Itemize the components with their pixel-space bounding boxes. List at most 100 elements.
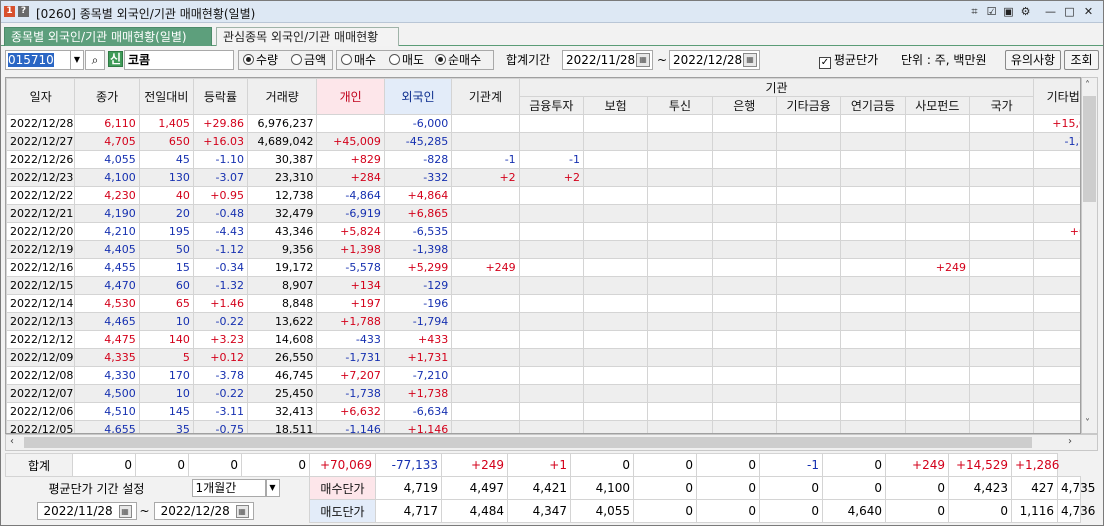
avg-price-checkbox[interactable]: ✓ 평균단가 xyxy=(819,50,878,70)
cell-pension xyxy=(840,204,906,223)
avg-period-select[interactable]: 1개월간 xyxy=(191,479,266,498)
calendar-icon[interactable]: ▦ xyxy=(636,53,650,67)
header-individual[interactable]: 개인 xyxy=(316,78,385,115)
table-row[interactable]: 2022/12/27 4,705 650 +16.03 4,689,042 +45,009… xyxy=(6,132,1080,151)
search-icon[interactable]: ⌕ xyxy=(85,50,105,70)
header-pension[interactable]: 연기금등 xyxy=(840,96,906,115)
cell-nation xyxy=(968,294,1035,313)
cell-bank xyxy=(711,204,777,223)
table-row[interactable]: 2022/12/08 4,330 170 -3.78 46,745 +7,207 -7,21… xyxy=(6,366,1080,385)
stock-code-input[interactable]: 015710 xyxy=(5,50,71,70)
vertical-scroll-thumb[interactable] xyxy=(1083,96,1096,202)
header-investment-trust[interactable]: 투신 xyxy=(647,96,713,115)
cell-other-finance xyxy=(775,168,842,187)
header-insurance[interactable]: 보험 xyxy=(582,96,649,115)
table-row[interactable]: 2022/12/13 4,465 10 -0.22 13,622 +1,788 -1,794 xyxy=(6,312,1080,331)
vertical-scrollbar[interactable]: ˄ ˅ xyxy=(1081,77,1098,434)
scroll-right-icon[interactable]: › xyxy=(1068,435,1072,449)
cell-change: 170 xyxy=(138,366,194,385)
minimize-icon[interactable]: — xyxy=(1043,4,1058,19)
tab-daily-foreign-institution[interactable]: 종목별 외국인/기관 매매현황(일별) xyxy=(4,27,212,46)
cell-foreign: +6,865 xyxy=(383,204,453,223)
header-bank[interactable]: 은행 xyxy=(711,96,777,115)
header-foreign[interactable]: 외국인 xyxy=(383,78,453,115)
table-row[interactable]: 2022/12/20 4,210 195 -4.43 43,346 +5,824 -6,53… xyxy=(6,222,1080,241)
cell-financial-investment xyxy=(518,294,584,313)
table-row[interactable]: 2022/12/28 6,110 1,405 +29.86 6,976,237 -6,00… xyxy=(6,114,1080,133)
table-row[interactable]: 2022/12/07 4,500 10 -0.22 25,450 -1,738 +1,738 xyxy=(6,384,1080,403)
calendar-icon[interactable]: ▦ xyxy=(118,505,132,518)
calendar-icon[interactable]: ▦ xyxy=(743,53,757,67)
close-icon[interactable]: ✕ xyxy=(1081,4,1096,19)
dropdown-icon[interactable]: ▼ xyxy=(265,479,280,498)
app-icon[interactable]: 1 xyxy=(4,6,15,17)
tab-watchlist-foreign-institution[interactable]: 관심종목 외국인/기관 매매현황 xyxy=(216,27,399,46)
checklist-icon[interactable]: ☑ xyxy=(984,4,999,19)
cell-financial-investment xyxy=(518,222,584,241)
cell-private-fund xyxy=(904,294,970,313)
cell-institution-total xyxy=(451,402,520,421)
header-other-corp[interactable]: 기타법인 xyxy=(1033,78,1080,115)
radio-quantity[interactable]: 수량 xyxy=(243,50,278,70)
cell-individual: -433 xyxy=(316,330,385,349)
cell-bank xyxy=(711,258,777,277)
horizontal-scroll-thumb[interactable] xyxy=(24,437,1032,448)
buy-avg-cell-bank: 0 xyxy=(696,476,760,500)
maximize-icon[interactable]: □ xyxy=(1062,4,1077,19)
cell-change-rate: -0.22 xyxy=(192,312,249,331)
camera-icon[interactable]: ▣ xyxy=(1001,4,1016,19)
settings-icon[interactable]: ⚙ xyxy=(1018,4,1033,19)
cell-other-corp: +15,000 xyxy=(1033,114,1080,133)
table-row[interactable]: 2022/12/22 4,230 40 +0.95 12,738 -4,864 +4,864 xyxy=(6,186,1080,205)
radio-net-buy[interactable]: 순매수 xyxy=(435,50,481,70)
header-institution-total[interactable]: 기관계 xyxy=(451,78,520,115)
header-financial-investment[interactable]: 금융투자 xyxy=(518,96,584,115)
calendar-icon[interactable]: ▦ xyxy=(235,505,249,518)
radio-amount[interactable]: 금액 xyxy=(291,50,326,70)
table-row[interactable]: 2022/12/26 4,055 45 -1.10 30,387 +829 -828 -1 -1 xyxy=(6,150,1080,169)
cell-investment-trust xyxy=(647,222,713,241)
cell-change-rate: -1.32 xyxy=(192,276,249,295)
header-change[interactable]: 전일대비 xyxy=(138,78,194,115)
cell-close: 4,405 xyxy=(74,240,140,259)
radio-buy[interactable]: 매수 xyxy=(341,50,376,70)
scroll-left-icon[interactable]: ‹ xyxy=(10,435,14,449)
header-close[interactable]: 종가 xyxy=(74,78,140,115)
table-row[interactable]: 2022/12/09 4,335 5 +0.12 26,550 -1,731 +1,731 xyxy=(6,348,1080,367)
code-dropdown-icon[interactable]: ▼ xyxy=(70,50,84,70)
pin-icon[interactable]: ⌗ xyxy=(967,4,982,19)
cell-pension xyxy=(840,186,906,205)
help-icon[interactable]: ? xyxy=(18,6,29,17)
radio-sell-icon xyxy=(389,54,400,65)
header-other-finance[interactable]: 기타금융 xyxy=(775,96,842,115)
table-row[interactable]: 2022/12/23 4,100 130 -3.07 23,310 +284 -332 +2 +… xyxy=(6,168,1080,187)
scroll-down-icon[interactable]: ˅ xyxy=(1085,417,1090,431)
table-row[interactable]: 2022/12/05 4,655 35 -0.75 18,511 -1,146 +1,146 xyxy=(6,420,1080,433)
header-private-fund[interactable]: 사모펀드 xyxy=(904,96,970,115)
header-nation[interactable]: 국가 xyxy=(968,96,1035,115)
notice-button[interactable]: 유의사항 xyxy=(1005,50,1061,70)
scroll-up-icon[interactable]: ˄ xyxy=(1085,79,1090,93)
table-row[interactable]: 2022/12/19 4,405 50 -1.12 9,356 +1,398 -1,398 xyxy=(6,240,1080,259)
cell-nation xyxy=(968,366,1035,385)
query-button[interactable]: 조회 xyxy=(1064,50,1099,70)
cell-bank xyxy=(711,402,777,421)
table-row[interactable]: 2022/12/15 4,470 60 -1.32 8,907 +134 -129 xyxy=(6,276,1080,295)
sell-avg-cell-other-finance: 0 xyxy=(759,499,823,523)
total-cell-pension: 0 xyxy=(822,453,886,477)
table-row[interactable]: 2022/12/14 4,530 65 +1.46 8,848 +197 -196 xyxy=(6,294,1080,313)
cell-foreign: +1,731 xyxy=(383,348,453,367)
cell-other-finance xyxy=(775,150,842,169)
cell-investment-trust xyxy=(647,294,713,313)
cell-change: 60 xyxy=(138,276,194,295)
radio-sell[interactable]: 매도 xyxy=(389,50,424,70)
header-change-rate[interactable]: 등락률 xyxy=(192,78,249,115)
header-date[interactable]: 일자 xyxy=(6,78,76,115)
table-row[interactable]: 2022/12/21 4,190 20 -0.48 32,479 -6,919 +6,865 xyxy=(6,204,1080,223)
cell-financial-investment: -1 xyxy=(518,150,584,169)
table-row[interactable]: 2022/12/16 4,455 15 -0.34 19,172 -5,578 +5,299… xyxy=(6,258,1080,277)
header-volume[interactable]: 거래량 xyxy=(246,78,318,115)
table-row[interactable]: 2022/12/06 4,510 145 -3.11 32,413 +6,632 -6,63… xyxy=(6,402,1080,421)
table-row[interactable]: 2022/12/12 4,475 140 +3.23 14,608 -433 +433 xyxy=(6,330,1080,349)
horizontal-scrollbar[interactable]: ‹ › xyxy=(5,434,1098,451)
